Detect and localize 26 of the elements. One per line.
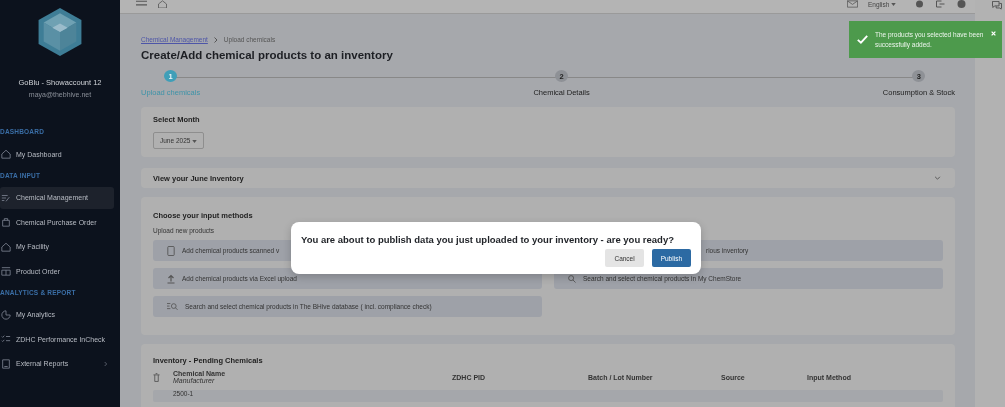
chevron-down-icon bbox=[934, 176, 941, 180]
home-icon[interactable] bbox=[157, 0, 168, 8]
chevron-right-icon bbox=[213, 36, 218, 43]
chat-icon[interactable] bbox=[992, 1, 1002, 10]
close-icon[interactable] bbox=[991, 31, 996, 36]
pen-lines-icon bbox=[1, 192, 11, 203]
logout-icon[interactable] bbox=[935, 0, 946, 8]
mail-icon[interactable] bbox=[847, 0, 858, 8]
layout-icon bbox=[1, 266, 11, 276]
upload-icon bbox=[167, 273, 175, 284]
search-icon bbox=[568, 273, 576, 284]
house-icon bbox=[1, 149, 11, 159]
bag-icon bbox=[1, 217, 11, 227]
book-icon bbox=[1, 358, 11, 369]
phone-icon bbox=[167, 245, 175, 256]
caret-icon bbox=[891, 3, 897, 7]
checklist-icon bbox=[1, 334, 11, 344]
menu-icon[interactable] bbox=[136, 0, 147, 8]
pie-chart-icon bbox=[1, 309, 11, 320]
caret-icon bbox=[192, 139, 198, 143]
page-title: Create/Add chemical products to an inventory bbox=[141, 49, 394, 61]
list-search-icon bbox=[167, 302, 178, 311]
house-icon bbox=[1, 241, 11, 252]
checkmark-icon bbox=[857, 35, 868, 44]
hexagon-logo-icon bbox=[38, 8, 82, 56]
trash-icon[interactable] bbox=[153, 372, 160, 382]
